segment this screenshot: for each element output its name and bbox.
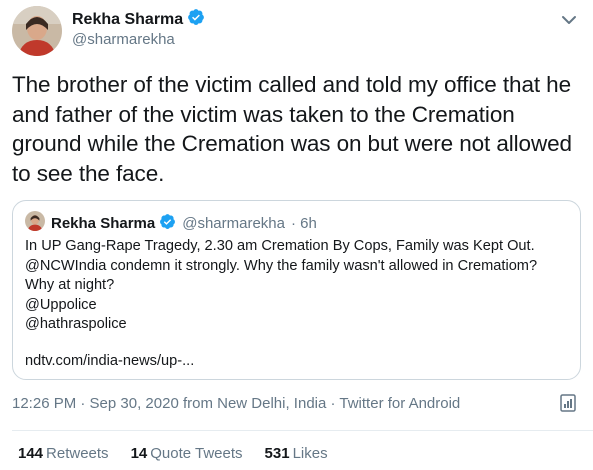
quoted-tweet-card[interactable]: Rekha Sharma @sharmarekha · 6h In UP Gan… [12,200,581,380]
author-handle[interactable]: @sharmarekha [72,31,175,48]
likes-label: Likes [292,445,328,462]
quote-tweets-count: 14 [130,445,148,462]
retweets-stat[interactable]: 144 Retweets [18,445,109,462]
verified-badge-icon [159,213,176,234]
tweet-timestamp[interactable]: 12:26 PM · Sep 30, 2020 from New Delhi, … [12,395,460,412]
divider [12,430,593,431]
quoted-text-line: @hathraspolice [25,316,127,333]
author-name-text: Rekha Sharma [72,10,184,28]
tweet-text-line: The brother of the victim called and tol… [12,72,571,97]
verified-badge-icon [187,8,205,31]
quoted-link[interactable]: ndtv.com/india-news/up-... [25,353,194,369]
tweet-stats: 144 Retweets 14 Quote Tweets 531 Likes [18,445,328,462]
retweets-label: Retweets [46,445,109,462]
tweet-text: The brother of the victim called and tol… [12,70,587,188]
quoted-text: In UP Gang-Rape Tragedy, 2.30 am Cremati… [25,237,570,335]
quoted-author-avatar [25,211,45,231]
tweet-text-line: to see the face. [12,160,165,186]
author-avatar[interactable] [12,6,62,56]
quoted-handle: @sharmarekha [182,215,285,232]
author-name[interactable]: Rekha Sharma [72,8,205,31]
quoted-age: · 6h [291,215,317,232]
analytics-icon[interactable] [557,392,579,414]
quoted-text-line: Why at night? [25,277,115,294]
quote-tweets-stat[interactable]: 14 Quote Tweets [131,445,243,462]
quote-tweets-label: Quote Tweets [150,445,243,462]
quoted-text-line: In UP Gang-Rape Tragedy, 2.30 am Cremati… [25,238,535,254]
quoted-header: Rekha Sharma @sharmarekha · 6h [51,213,317,234]
likes-count: 531 [264,445,290,462]
quoted-author-name: Rekha Sharma [51,215,156,232]
retweets-count: 144 [18,445,44,462]
quoted-text-line: @NCWIndia condemn it strongly. Why the f… [25,257,538,274]
quoted-text-line: @Uppolice [25,296,97,313]
tweet-text-line: ground while the Cremation was on but we… [12,131,572,156]
likes-stat[interactable]: 531 Likes [265,445,328,462]
chevron-down-icon[interactable] [559,10,579,30]
tweet-text-line: and father of the victim was taken to th… [12,101,515,127]
